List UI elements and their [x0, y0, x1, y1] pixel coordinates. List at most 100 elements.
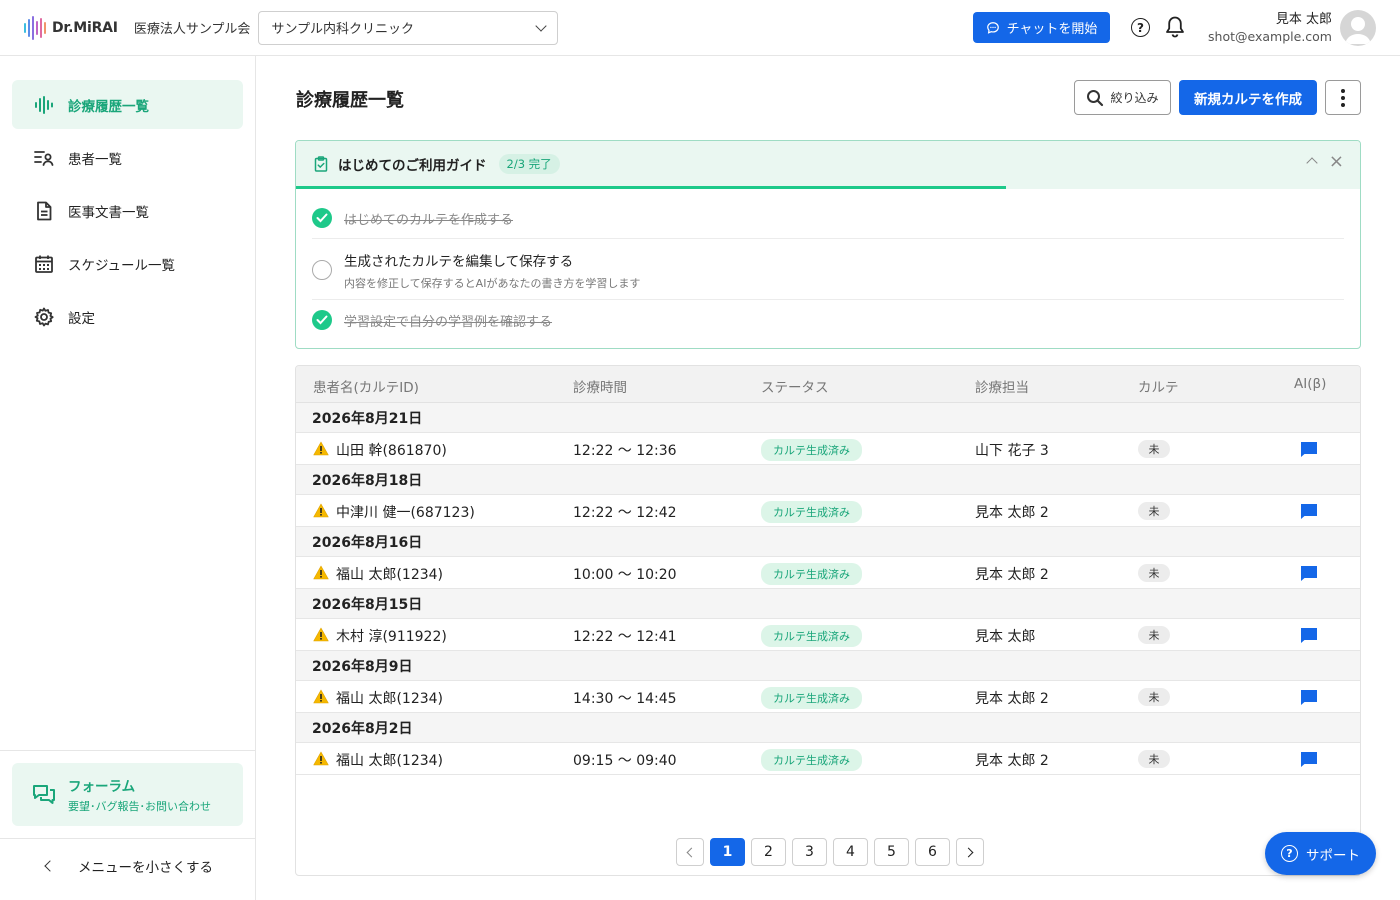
next-page-button[interactable]: [956, 838, 984, 866]
column-header-time[interactable]: 診療時間: [573, 376, 627, 396]
help-icon[interactable]: ?: [1131, 18, 1150, 37]
prev-page-button[interactable]: [676, 838, 704, 866]
page-button-2[interactable]: 2: [751, 838, 786, 866]
support-button[interactable]: ? サポート: [1265, 832, 1376, 875]
guide-divider: [312, 299, 1344, 300]
check-circle-icon: [312, 208, 332, 228]
warning-icon: [313, 565, 329, 580]
filter-button[interactable]: 絞り込み: [1074, 80, 1171, 115]
forum-link[interactable]: フォーラム 要望･バグ報告･お問い合わせ: [12, 763, 243, 826]
visit-time: 14:30 ～ 14:45: [573, 691, 677, 707]
empty-circle-icon: [312, 260, 332, 280]
status-badge: カルテ生成済み: [761, 563, 862, 585]
table-row[interactable]: 木村 淳(911922) 12:22 ～ 12:41 カルテ生成済み 見本 太郎…: [296, 619, 1360, 651]
guide-divider: [312, 238, 1344, 239]
close-icon[interactable]: ×: [1329, 151, 1344, 172]
doctor-name: 見本 太郎 2: [975, 567, 1049, 583]
guide-step[interactable]: 生成されたカルテを編集して保存する 内容を修正して保存するとAIがあなたの書き方…: [312, 250, 1344, 291]
ai-chat-icon[interactable]: [1300, 441, 1318, 458]
onboarding-guide: はじめてのご利用ガイド 2/3 完了 × はじめてのカルテを作成する 生成された…: [295, 140, 1361, 349]
status-badge: カルテ生成済み: [761, 501, 862, 523]
user-info[interactable]: 見本 太郎 shot@example.com: [1208, 11, 1332, 45]
logo-mark-icon: [24, 15, 46, 40]
new-karte-button[interactable]: 新規カルテを作成: [1179, 80, 1317, 115]
page-button-4[interactable]: 4: [833, 838, 868, 866]
date-group-header: 2026年8月15日: [296, 589, 1360, 619]
doctor-name: 見本 太郎 2: [975, 753, 1049, 769]
sidebar-item-documents[interactable]: 医事文書一覧: [12, 186, 243, 235]
org-name: 医療法人サンプル会: [133, 22, 251, 37]
search-icon: [1087, 89, 1104, 106]
patient-name[interactable]: 福山 太郎(1234): [336, 564, 443, 584]
karte-badge: 未: [1138, 564, 1170, 582]
sidebar-item-patients[interactable]: 患者一覧: [12, 133, 243, 182]
patient-list-icon: [34, 148, 54, 168]
guide-step-text: 生成されたカルテを編集して保存する: [344, 254, 574, 270]
warning-icon: [313, 627, 329, 642]
sidebar-item-label: 患者一覧: [68, 151, 122, 168]
ai-chat-icon[interactable]: [1300, 627, 1318, 644]
ai-chat-icon[interactable]: [1300, 751, 1318, 768]
bell-icon[interactable]: [1164, 15, 1186, 43]
chevron-left-icon: [686, 847, 697, 857]
waveform-icon: [34, 95, 54, 115]
ai-chat-icon[interactable]: [1300, 689, 1318, 706]
guide-progress-bar: [296, 186, 1360, 189]
guide-step[interactable]: 学習設定で自分の学習例を確認する: [312, 310, 1344, 330]
collapse-menu-button[interactable]: メニューを小さくする: [44, 856, 213, 876]
patient-name[interactable]: 山田 幹(861870): [336, 440, 447, 460]
guide-step-text: 学習設定で自分の学習例を確認する: [344, 314, 553, 330]
date-group-header: 2026年8月2日: [296, 713, 1360, 743]
column-header-patient[interactable]: 患者名(カルテID): [313, 376, 419, 396]
sidebar-item-settings[interactable]: 設定: [12, 292, 243, 341]
clipboard-check-icon: [314, 155, 328, 172]
karte-badge: 未: [1138, 502, 1170, 520]
table-row[interactable]: 山田 幹(861870) 12:22 ～ 12:36 カルテ生成済み 山下 花子…: [296, 433, 1360, 465]
guide-step[interactable]: はじめてのカルテを作成する: [312, 208, 1344, 228]
calendar-icon: [34, 254, 54, 274]
table-row[interactable]: 中津川 健一(687123) 12:22 ～ 12:42 カルテ生成済み 見本 …: [296, 495, 1360, 527]
avatar[interactable]: [1340, 10, 1376, 46]
logo-text: Dr.MiRAI: [52, 19, 118, 36]
guide-header[interactable]: はじめてのご利用ガイド 2/3 完了 ×: [296, 141, 1360, 186]
column-header-doctor[interactable]: 診療担当: [975, 376, 1029, 396]
warning-icon: [313, 751, 329, 766]
chevron-down-icon: [535, 19, 548, 32]
status-badge: カルテ生成済み: [761, 625, 862, 647]
chevron-up-icon[interactable]: [1306, 157, 1318, 169]
app-header: Dr.MiRAI 医療法人サンプル会 サンプル内科クリニック チャットを開始 ?…: [0, 0, 1400, 56]
column-header-status[interactable]: ステータス: [761, 376, 829, 396]
patient-name[interactable]: 福山 太郎(1234): [336, 750, 443, 770]
sidebar-divider: [0, 838, 255, 839]
patient-name[interactable]: 木村 淳(911922): [336, 626, 447, 646]
page-button-3[interactable]: 3: [792, 838, 827, 866]
patient-name[interactable]: 福山 太郎(1234): [336, 688, 443, 708]
doctor-name: 見本 太郎 2: [975, 691, 1049, 707]
visit-time: 12:22 ～ 12:36: [573, 443, 677, 459]
start-chat-button[interactable]: チャットを開始: [973, 12, 1110, 43]
sidebar-item-schedule[interactable]: スケジュール一覧: [12, 239, 243, 288]
chevron-left-icon: [44, 860, 56, 872]
sidebar-item-history[interactable]: 診療履歴一覧: [12, 80, 243, 129]
more-menu-button[interactable]: [1325, 80, 1361, 115]
ai-chat-icon[interactable]: [1300, 565, 1318, 582]
logo[interactable]: Dr.MiRAI: [24, 15, 118, 40]
status-badge: カルテ生成済み: [761, 439, 862, 461]
page-button-1[interactable]: 1: [710, 838, 745, 866]
sidebar-item-label: スケジュール一覧: [68, 257, 176, 274]
ai-chat-icon[interactable]: [1300, 503, 1318, 520]
clinic-select[interactable]: サンプル内科クリニック: [258, 10, 559, 45]
visit-time: 12:22 ～ 12:41: [573, 629, 677, 645]
visit-time: 12:22 ～ 12:42: [573, 505, 677, 521]
forum-title: フォーラム: [68, 779, 136, 795]
page-button-5[interactable]: 5: [874, 838, 909, 866]
date-group-header: 2026年8月16日: [296, 527, 1360, 557]
patient-name[interactable]: 中津川 健一(687123): [336, 502, 475, 522]
table-row[interactable]: 福山 太郎(1234) 10:00 ～ 10:20 カルテ生成済み 見本 太郎 …: [296, 557, 1360, 589]
chevron-right-icon: [963, 847, 974, 857]
collapse-menu-label: メニューを小さくする: [78, 860, 213, 876]
page-button-6[interactable]: 6: [915, 838, 950, 866]
table-row[interactable]: 福山 太郎(1234) 14:30 ～ 14:45 カルテ生成済み 見本 太郎 …: [296, 681, 1360, 713]
karte-badge: 未: [1138, 750, 1170, 768]
table-row[interactable]: 福山 太郎(1234) 09:15 ～ 09:40 カルテ生成済み 見本 太郎 …: [296, 743, 1360, 775]
